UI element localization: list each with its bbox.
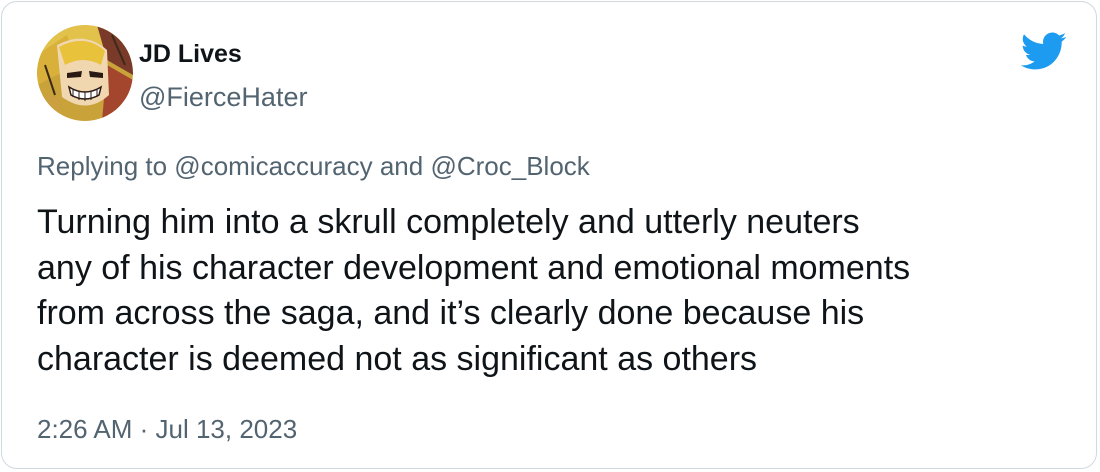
tweet-body: Turning him into a skrull completely and… — [37, 200, 1077, 382]
author-display-name[interactable]: JD Lives — [139, 39, 242, 69]
replying-to-line: Replying to @comicaccuracy and @Croc_Blo… — [37, 151, 590, 181]
twitter-bird-icon[interactable] — [1019, 31, 1067, 71]
tweet-text-line: any of his character development and emo… — [37, 248, 911, 287]
tweet-timestamp[interactable]: 2:26 AM · Jul 13, 2023 — [37, 412, 297, 446]
avatar-image — [37, 25, 133, 121]
tweet-text-line: from across the saga, and it’s clearly d… — [37, 294, 865, 332]
tweet-text-line: Turning him into a skrull completely and… — [37, 203, 860, 241]
avatar[interactable] — [37, 25, 133, 121]
tweet-card: JD Lives @FierceHater Replying to @comic… — [1, 1, 1097, 469]
author-handle[interactable]: @FierceHater — [139, 81, 307, 113]
tweet-text-line: character is deemed not as significant a… — [37, 339, 758, 378]
